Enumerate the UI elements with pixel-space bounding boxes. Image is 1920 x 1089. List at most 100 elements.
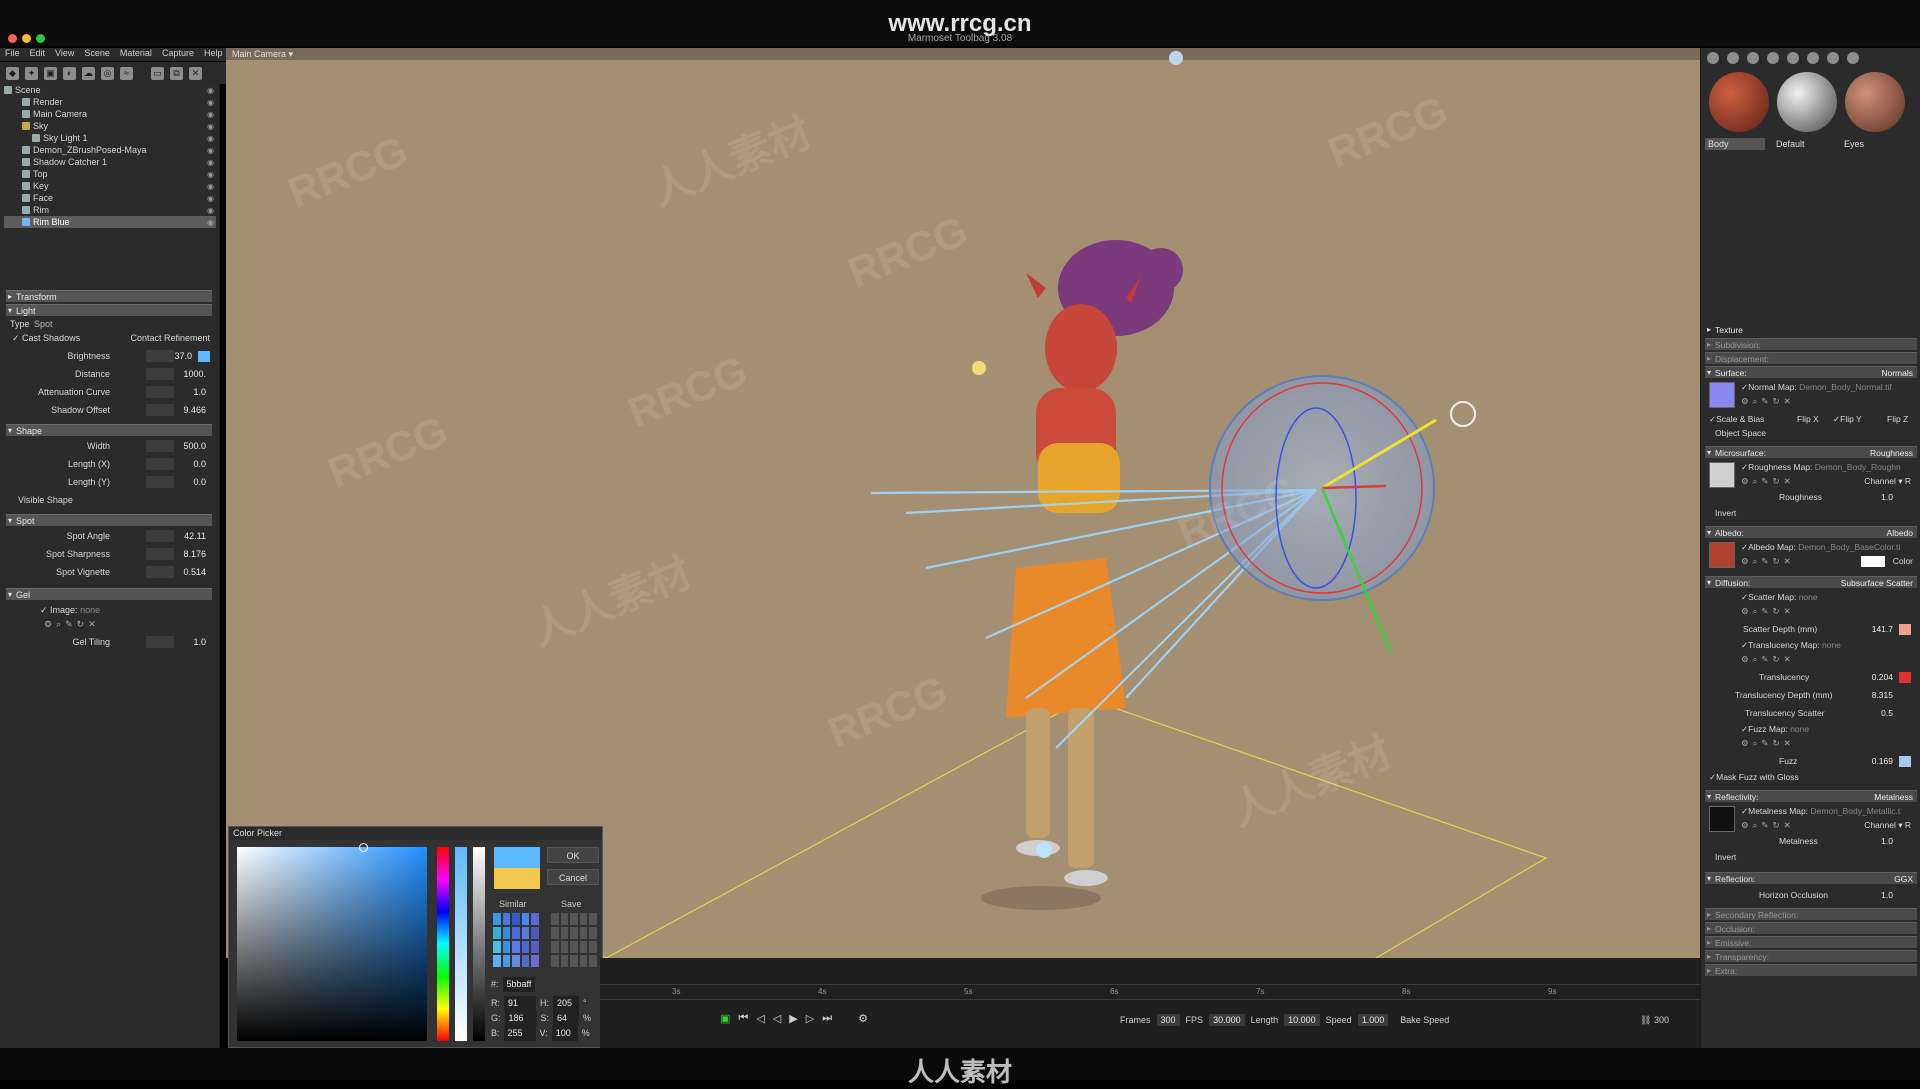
metalness-value[interactable]: 1.0 [1881, 834, 1893, 848]
frames-input[interactable]: 300 [1156, 1014, 1180, 1026]
gel-tiling-value[interactable]: 1.0 [180, 634, 206, 650]
material-library-icon[interactable] [1747, 52, 1759, 64]
section-reflection[interactable]: Reflection: GGX [1705, 872, 1917, 885]
menu-help[interactable]: Help [204, 48, 223, 61]
duplicate-material-icon[interactable] [1727, 52, 1739, 64]
cancel-button[interactable]: Cancel [547, 869, 599, 885]
speed-input[interactable]: 1.000 [1357, 1014, 1389, 1026]
section-surface[interactable]: Surface: Normals [1705, 366, 1917, 379]
spot-angle-value[interactable]: 42.11 [180, 528, 206, 544]
attenuation-slider[interactable] [146, 386, 174, 398]
add-material-icon[interactable] [1707, 52, 1719, 64]
spot-angle-slider[interactable] [146, 530, 174, 542]
diffusion-mode-select[interactable]: Subsurface Scatter [1841, 577, 1913, 589]
cast-shadows-checkbox[interactable]: ✓ Cast Shadows [12, 330, 80, 346]
albedo-map-tools[interactable]: ⚙⌕✎↻✕ [1741, 556, 1795, 566]
spot-sharpness-value[interactable]: 8.176 [180, 546, 206, 562]
delete-icon[interactable]: ✕ [189, 66, 202, 80]
step-back-icon[interactable]: ◁ [756, 1012, 764, 1025]
material-label-default[interactable]: Default [1773, 138, 1833, 150]
saturation-value-field[interactable] [237, 843, 427, 1041]
translucency-color-swatch[interactable] [1899, 672, 1911, 683]
add-shadow-catcher-icon[interactable]: ◐ [63, 66, 76, 80]
blend-slider[interactable] [455, 847, 467, 1041]
section-diffusion[interactable]: Diffusion: Subsurface Scatter [1705, 576, 1917, 589]
menu-material[interactable]: Material [120, 48, 152, 61]
reflectivity-mode-select[interactable]: Metalness [1874, 791, 1913, 803]
material-ball-eyes[interactable] [1845, 72, 1905, 132]
end-frame-field[interactable]: ⛓ 300 [1640, 1015, 1669, 1026]
length-y-value[interactable]: 0.0 [180, 474, 206, 490]
section-microsurface[interactable]: Microsurface: Roughness [1705, 446, 1917, 459]
folder-icon[interactable] [1767, 52, 1779, 64]
spot-vignette-slider[interactable] [146, 566, 174, 578]
object-space-checkbox[interactable]: Object Space [1715, 426, 1920, 440]
metalness-map-thumbnail[interactable] [1709, 806, 1735, 832]
flip-z-checkbox[interactable]: Flip Z [1887, 412, 1908, 426]
tree-item-top[interactable]: Top ◉ [4, 168, 216, 180]
albedo-map-file[interactable]: Demon_Body_BaseColor.ti [1798, 542, 1900, 552]
section-emissive[interactable]: Emissive: [1705, 936, 1917, 949]
add-turntable-icon[interactable]: ◎ [101, 66, 114, 80]
horizon-occlusion-value[interactable]: 1.0 [1881, 888, 1893, 902]
similar-swatches[interactable] [493, 913, 539, 967]
viewport-scene[interactable] [226, 48, 1700, 958]
reverse-icon[interactable]: ◁ [773, 1012, 781, 1025]
scale-bias-checkbox[interactable]: ✓Scale & Bias [1709, 414, 1764, 424]
shadow-offset-value[interactable]: 9.466 [180, 402, 206, 418]
skip-start-icon[interactable]: ⏮ [738, 1012, 748, 1025]
saved-swatches[interactable] [551, 913, 597, 967]
fuzz-map-tools[interactable]: ⚙⌕✎↻✕ [1741, 736, 1841, 750]
hue-slider[interactable] [437, 847, 449, 1041]
attenuation-value[interactable]: 1.0 [180, 384, 206, 400]
metalness-map-file[interactable]: Demon_Body_Metallic.t [1811, 806, 1901, 816]
hex-input[interactable]: 5bbaff [502, 977, 536, 992]
material-label-eyes[interactable]: Eyes [1841, 138, 1901, 150]
section-occlusion[interactable]: Occlusion: [1705, 922, 1917, 935]
menu-view[interactable]: View [55, 48, 74, 61]
spot-vignette-value[interactable]: 0.514 [180, 564, 206, 580]
menu-scene[interactable]: Scene [84, 48, 110, 61]
scatter-color-swatch[interactable] [1899, 624, 1911, 635]
h-input[interactable]: 205 [553, 996, 579, 1011]
material-label-body[interactable]: Body [1705, 138, 1765, 150]
link-icon[interactable]: ⛓ [1640, 1015, 1651, 1025]
width-slider[interactable] [146, 440, 174, 452]
add-sky-icon[interactable]: ☁ [82, 66, 95, 80]
normal-map-thumbnail[interactable] [1709, 382, 1735, 408]
section-reflectivity[interactable]: Reflectivity: Metalness [1705, 790, 1917, 803]
skip-end-icon[interactable]: ⏭ [822, 1012, 832, 1025]
sv-handle[interactable] [359, 843, 368, 852]
menu-edit[interactable]: Edit [30, 48, 46, 61]
folder-icon[interactable]: ▭ [151, 66, 164, 80]
section-transparency[interactable]: Transparency: [1705, 950, 1917, 963]
section-spot[interactable]: Spot [6, 514, 212, 527]
metalness-invert-checkbox[interactable]: Invert [1715, 850, 1920, 864]
length-x-value[interactable]: 0.0 [180, 456, 206, 472]
timeline-ruler[interactable]: 3s 4s 5s 6s 7s 8s 9s [600, 984, 1700, 1000]
section-shape[interactable]: Shape [6, 424, 212, 437]
metalness-map-tools[interactable]: ⚙⌕✎↻✕ [1741, 820, 1795, 830]
add-fog-icon[interactable]: ≈ [120, 66, 133, 80]
microsurface-mode-select[interactable]: Roughness [1870, 447, 1913, 459]
material-ball-body[interactable] [1709, 72, 1769, 132]
add-mesh-icon[interactable]: ◆ [6, 66, 19, 80]
tree-item-rim[interactable]: Rim ◉ [4, 204, 216, 216]
shadow-offset-slider[interactable] [146, 404, 174, 416]
translucency-map-tools[interactable]: ⚙⌕✎↻✕ [1741, 652, 1841, 666]
brightness-color-swatch[interactable] [198, 351, 210, 362]
gel-tool-icons[interactable]: ⚙⌕✎↻✕ [44, 616, 100, 632]
fuzz-value[interactable]: 0.169 [1872, 754, 1893, 768]
translucency-value[interactable]: 0.204 [1872, 670, 1893, 684]
translucency-scatter-value[interactable]: 0.5 [1881, 706, 1893, 720]
scatter-map-file[interactable]: none [1799, 592, 1818, 602]
roughness-map-thumbnail[interactable] [1709, 462, 1735, 488]
tree-item-main-camera[interactable]: Main Camera ◉ [4, 108, 216, 120]
mask-fuzz-checkbox[interactable]: ✓Mask Fuzz with Gloss [1709, 770, 1915, 784]
delete-material-icon[interactable] [1787, 52, 1799, 64]
translucency-depth-value[interactable]: 8.315 [1872, 688, 1893, 702]
length-input[interactable]: 10.000 [1284, 1014, 1320, 1026]
g-input[interactable]: 186 [504, 1011, 537, 1026]
pick-material-icon[interactable] [1807, 52, 1819, 64]
length-x-slider[interactable] [146, 458, 174, 470]
